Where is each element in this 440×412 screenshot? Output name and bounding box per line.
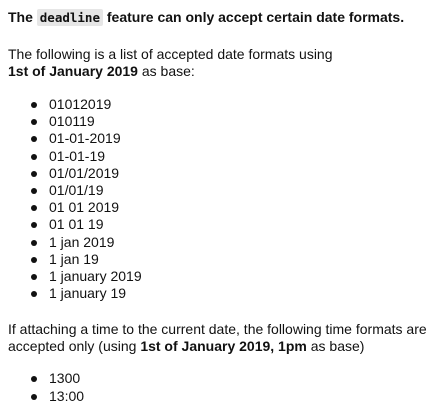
date-format-text: 1 jan 19 xyxy=(49,250,99,267)
date-format-text: 01/01/19 xyxy=(49,182,104,199)
bullet-icon xyxy=(31,102,37,108)
bullet-icon xyxy=(31,170,37,177)
intro-text-before: The following is a list of accepted date… xyxy=(8,46,333,62)
bullet-icon xyxy=(31,393,37,400)
date-format-text: 01-01-19 xyxy=(49,147,106,164)
bullet-icon xyxy=(31,376,37,383)
list-item: 010119 xyxy=(8,113,434,130)
date-formats-list: 01012019 010119 01-01-2019 01-01-19 01/0… xyxy=(8,96,434,302)
bullet-icon xyxy=(31,119,37,126)
bullet-icon xyxy=(31,274,37,281)
date-format-text: 01012019 xyxy=(49,96,112,112)
list-item: 1 january 2019 xyxy=(8,268,434,285)
date-format-text: 01 01 19 xyxy=(49,216,104,233)
list-item: 01/01/19 xyxy=(8,182,434,199)
bullet-icon xyxy=(31,136,37,143)
intro-text-after: as base: xyxy=(141,63,195,79)
date-format-text: 01/01/2019 xyxy=(49,164,120,181)
date-format-text: 010119 xyxy=(49,113,95,130)
date-format-text: 1 january 19 xyxy=(49,285,127,302)
time-format-text: 13:00 xyxy=(49,387,85,404)
bullet-icon xyxy=(31,291,37,298)
time-intro-text-after: as base) xyxy=(310,338,365,355)
list-item: 1 jan 19 xyxy=(8,251,434,268)
time-formats-list: 1300 13:00 xyxy=(8,370,434,404)
list-item: 01-01-2019 xyxy=(8,130,434,147)
list-item: 1300 xyxy=(8,370,434,387)
list-item: 01/01/2019 xyxy=(8,165,434,182)
date-format-text: 01 01 2019 xyxy=(49,199,120,216)
bullet-icon xyxy=(31,239,37,246)
time-intro-base: 1st of January 2019, 1pm xyxy=(140,338,307,355)
bullet-icon xyxy=(31,205,37,212)
bullet-icon xyxy=(31,153,37,160)
list-item: 13:00 xyxy=(8,388,434,405)
heading-suffix: feature can only accept certain date for… xyxy=(106,9,405,25)
bullet-icon xyxy=(31,222,37,229)
time-formats-intro: If attaching a time to the current date,… xyxy=(8,321,434,355)
list-item: 01 01 19 xyxy=(8,216,434,233)
help-content: The deadline feature can only accept cer… xyxy=(8,8,434,405)
bullet-icon xyxy=(31,256,37,263)
list-item: 1 jan 2019 xyxy=(8,234,434,251)
list-item: 1 january 19 xyxy=(8,285,434,302)
date-format-text: 01-01-2019 xyxy=(49,130,121,147)
list-item: 01-01-19 xyxy=(8,148,434,165)
heading-prefix: The xyxy=(8,9,33,25)
date-format-text: 1 jan 2019 xyxy=(49,233,115,250)
list-item: 01 01 2019 xyxy=(8,199,434,216)
time-format-text: 1300 xyxy=(49,370,81,387)
deadline-code: deadline xyxy=(36,9,103,26)
list-item: 01012019 xyxy=(8,96,434,113)
date-formats-intro: The following is a list of accepted date… xyxy=(8,46,434,80)
bullet-icon xyxy=(31,188,37,195)
date-format-text: 1 january 2019 xyxy=(49,268,142,285)
page-heading: The deadline feature can only accept cer… xyxy=(8,8,434,27)
intro-base-date: 1st of January 2019 xyxy=(8,63,138,79)
